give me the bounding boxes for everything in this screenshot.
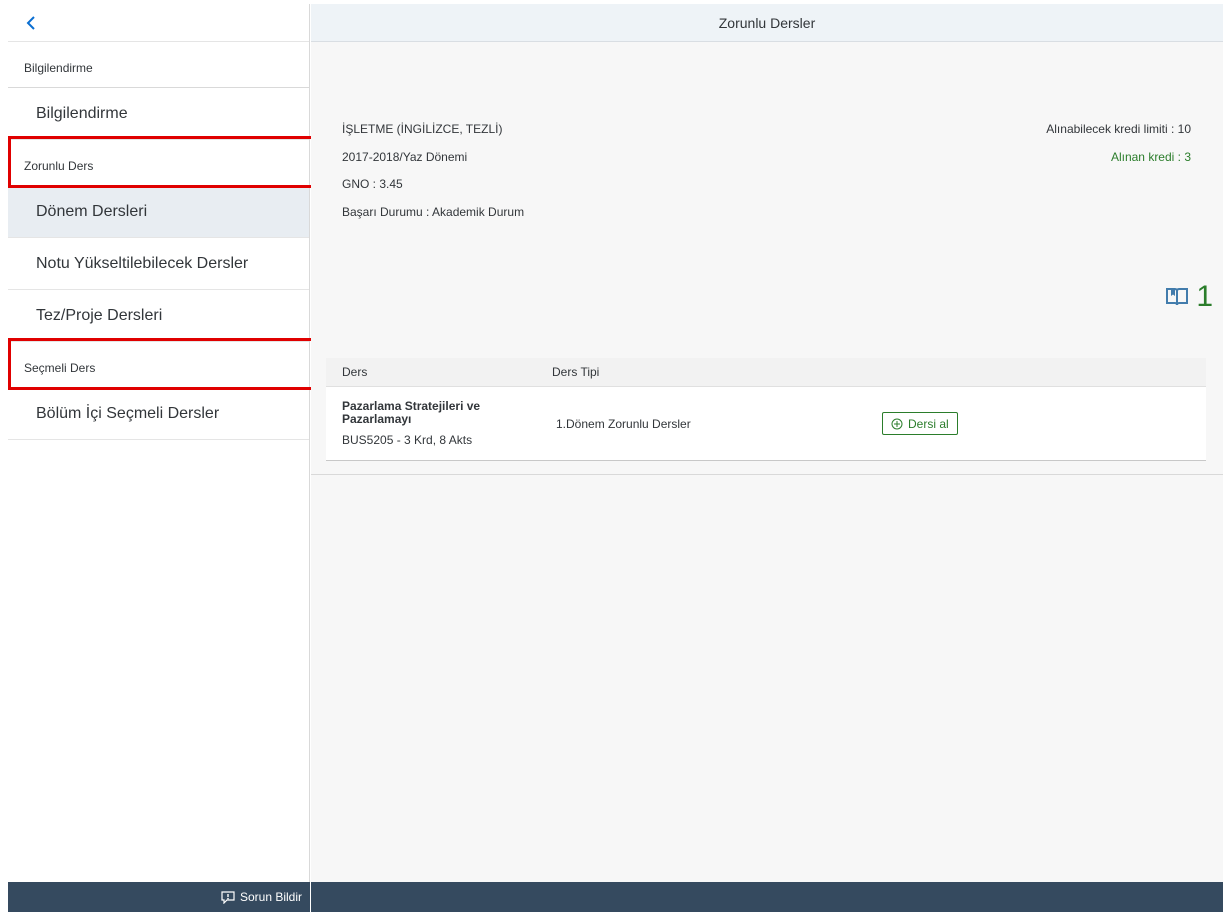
table-header: Ders Ders Tipi bbox=[326, 358, 1206, 387]
nav-item-donem-dersleri[interactable]: Dönem Dersleri bbox=[8, 186, 309, 238]
nav-item-tez-proje-dersleri[interactable]: Tez/Proje Dersleri bbox=[8, 290, 309, 342]
app: Bilgilendirme Bilgilendirme Zorunlu Ders… bbox=[0, 0, 1223, 912]
feedback-icon bbox=[221, 890, 235, 904]
plus-circle-icon bbox=[891, 418, 903, 429]
nav-item-bilgilendirme[interactable]: Bilgilendirme bbox=[8, 88, 309, 140]
course-cell: Pazarlama Stratejileri ve Pazarlamayı BU… bbox=[326, 399, 552, 448]
page-title: Zorunlu Dersler bbox=[311, 4, 1223, 42]
take-course-label: Dersi al bbox=[908, 416, 949, 431]
nav-item-notu-yukseltilebilecek-dersler[interactable]: Notu Yükseltilebilecek Dersler bbox=[8, 238, 309, 290]
credit-limit: Alınabilecek kredi limiti : 10 bbox=[1046, 122, 1191, 136]
group-label-zorunlu-ders: Zorunlu Ders bbox=[8, 136, 314, 188]
nav-item-bolum-ici-secmeli-dersler[interactable]: Bölüm İçi Seçmeli Dersler bbox=[8, 388, 309, 440]
divider bbox=[311, 474, 1223, 475]
action-cell: Dersi al bbox=[882, 412, 958, 435]
group-label-bilgilendirme: Bilgilendirme bbox=[8, 42, 309, 88]
chevron-left-icon bbox=[26, 15, 35, 30]
take-course-button[interactable]: Dersi al bbox=[882, 412, 958, 435]
report-issue-label: Sorun Bildir bbox=[239, 890, 302, 904]
course-code: BUS5205 - 3 Krd, 8 Akts bbox=[342, 433, 473, 447]
footer-bar: Sorun Bildir bbox=[8, 882, 1223, 912]
main-content: Zorunlu Dersler İŞLETME (İNGİLİZCE, TEZL… bbox=[311, 4, 1223, 882]
course-count: 1 bbox=[1196, 280, 1213, 313]
course-type: 1.Dönem Zorunlu Dersler bbox=[556, 416, 691, 431]
status-label: Başarı Durumu : Akademik Durum bbox=[342, 204, 525, 219]
sidebar: Bilgilendirme Bilgilendirme Zorunlu Ders… bbox=[8, 4, 314, 882]
course-name: Pazarlama Stratejileri ve Pazarlamayı bbox=[342, 399, 481, 426]
gno-label: GNO : 3.45 bbox=[342, 177, 403, 191]
sidebar-header bbox=[8, 4, 309, 42]
group-label-secmeli-ders: Seçmeli Ders bbox=[8, 338, 314, 390]
book-icon bbox=[1166, 288, 1189, 306]
report-issue-button[interactable]: Sorun Bildir bbox=[8, 882, 311, 912]
column-header-ders-tipi: Ders Tipi bbox=[552, 365, 600, 379]
table-row: Pazarlama Stratejileri ve Pazarlamayı BU… bbox=[326, 387, 1206, 460]
credit-taken: Alınan kredi : 3 bbox=[1110, 149, 1191, 164]
column-header-ders: Ders bbox=[342, 365, 368, 379]
back-button[interactable] bbox=[20, 12, 42, 34]
course-counter: 1 bbox=[1166, 280, 1213, 314]
credit-info: Alınabilecek kredi limiti : 10 Alınan kr… bbox=[1046, 122, 1191, 164]
course-table: Ders Ders Tipi Pazarlama Stratejileri ve… bbox=[326, 358, 1206, 461]
